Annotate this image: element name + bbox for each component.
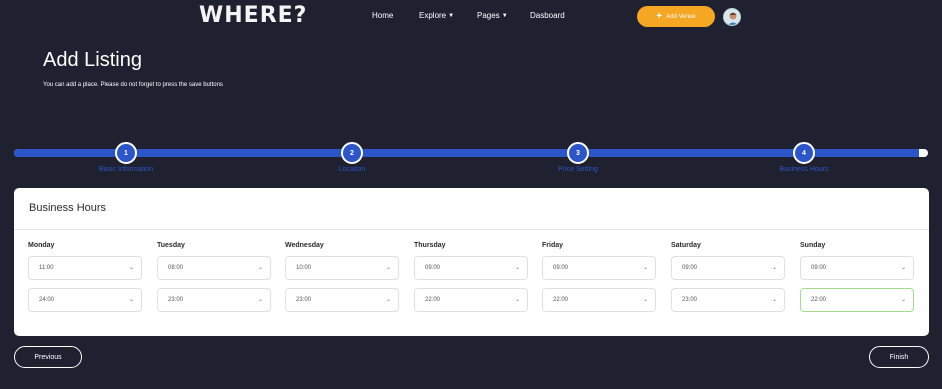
step-4-circle[interactable]: 4 bbox=[793, 142, 815, 164]
select-value: 10:00 bbox=[296, 265, 312, 271]
add-listing-page: WHERE? Home Explore ▼ Pages ▼ Dasboard +… bbox=[0, 0, 942, 389]
day-label: Tuesday bbox=[157, 242, 185, 249]
select-value: 23:00 bbox=[296, 297, 312, 303]
select-value: 09:00 bbox=[553, 265, 569, 271]
day-column-wednesday: Wednesday 10:00 ⌄ 23:00 ⌄ bbox=[285, 242, 399, 320]
closing-time-select[interactable]: 23:00 ⌄ bbox=[285, 288, 399, 312]
chevron-down-icon: ⌄ bbox=[514, 265, 520, 271]
day-label: Monday bbox=[28, 242, 55, 249]
avatar-icon bbox=[728, 12, 738, 25]
card-title: Business Hours bbox=[29, 202, 107, 214]
add-venue-label: Add Venue bbox=[666, 13, 696, 20]
select-value: 09:00 bbox=[682, 265, 698, 271]
closing-time-select[interactable]: 22:00 ⌄ bbox=[414, 288, 528, 312]
chevron-down-icon: ⌄ bbox=[128, 265, 134, 271]
closing-time-select[interactable]: 24:00 ⌄ bbox=[28, 288, 142, 312]
opening-time-select[interactable]: 09:00 ⌄ bbox=[671, 256, 785, 280]
chevron-down-icon: ⌄ bbox=[128, 297, 134, 303]
step-1-label[interactable]: Basic Information bbox=[99, 166, 153, 173]
step-number: 3 bbox=[576, 149, 580, 157]
closing-time-select[interactable]: 22:00 ⌄ bbox=[542, 288, 656, 312]
chevron-down-icon: ⌄ bbox=[642, 265, 648, 271]
step-2-label[interactable]: Location bbox=[339, 166, 365, 173]
page-subtitle: You can add a place. Please do not forge… bbox=[43, 82, 223, 88]
step-number: 1 bbox=[124, 149, 128, 157]
business-hours-card: Business Hours Monday 11:00 ⌄ 24:00 ⌄ Tu… bbox=[14, 188, 929, 336]
day-column-friday: Friday 09:00 ⌄ 22:00 ⌄ bbox=[542, 242, 656, 320]
opening-time-select[interactable]: 09:00 ⌄ bbox=[414, 256, 528, 280]
day-label: Wednesday bbox=[285, 242, 324, 249]
nav-item-explore[interactable]: Explore ▼ bbox=[419, 11, 454, 20]
select-value: 11:00 bbox=[39, 265, 54, 271]
step-1-circle[interactable]: 1 bbox=[115, 142, 137, 164]
day-column-saturday: Saturday 09:00 ⌄ 23:00 ⌄ bbox=[671, 242, 785, 320]
step-4-label[interactable]: Business Hours bbox=[779, 166, 828, 173]
nav-item-home[interactable]: Home bbox=[372, 11, 393, 20]
day-label: Thursday bbox=[414, 242, 446, 249]
day-label: Friday bbox=[542, 242, 564, 249]
chevron-down-icon: ⌄ bbox=[771, 297, 777, 303]
nav-item-label: Dasboard bbox=[530, 11, 565, 20]
opening-time-select[interactable]: 09:00 ⌄ bbox=[542, 256, 656, 280]
step-2-circle[interactable]: 2 bbox=[341, 142, 363, 164]
site-logo[interactable]: WHERE? bbox=[199, 3, 307, 28]
card-divider bbox=[14, 229, 929, 230]
opening-time-select[interactable]: 10:00 ⌄ bbox=[285, 256, 399, 280]
select-value: 08:00 bbox=[168, 265, 184, 271]
chevron-down-icon: ⌄ bbox=[385, 297, 391, 303]
chevron-down-icon: ⌄ bbox=[900, 297, 906, 303]
chevron-down-icon: ⌄ bbox=[900, 265, 906, 271]
select-value: 22:00 bbox=[553, 297, 569, 303]
nav-item-pages[interactable]: Pages ▼ bbox=[477, 11, 508, 20]
day-column-tuesday: Tuesday 08:00 ⌄ 23:00 ⌄ bbox=[157, 242, 271, 320]
chevron-down-icon: ⌄ bbox=[771, 265, 777, 271]
step-number: 4 bbox=[802, 149, 806, 157]
nav-item-label: Explore bbox=[419, 11, 447, 20]
previous-label: Previous bbox=[34, 353, 62, 361]
nav-item-label: Pages bbox=[477, 11, 500, 20]
select-value: 09:00 bbox=[811, 265, 827, 271]
previous-button[interactable]: Previous bbox=[14, 346, 82, 368]
select-value: 24:00 bbox=[39, 297, 55, 303]
caret-down-icon: ▼ bbox=[501, 12, 508, 19]
user-avatar[interactable] bbox=[723, 8, 741, 26]
chevron-down-icon: ⌄ bbox=[257, 297, 263, 303]
progress-bar bbox=[14, 149, 928, 157]
add-venue-button[interactable]: + Add Venue bbox=[637, 6, 715, 27]
opening-time-select[interactable]: 08:00 ⌄ bbox=[157, 256, 271, 280]
page-title: Add Listing bbox=[43, 49, 142, 71]
day-column-monday: Monday 11:00 ⌄ 24:00 ⌄ bbox=[28, 242, 142, 320]
day-column-thursday: Thursday 09:00 ⌄ 22:00 ⌄ bbox=[414, 242, 528, 320]
step-3-label[interactable]: Price Setting bbox=[558, 166, 598, 173]
opening-time-select[interactable]: 11:00 ⌄ bbox=[28, 256, 142, 280]
chevron-down-icon: ⌄ bbox=[642, 297, 648, 303]
opening-time-select[interactable]: 09:00 ⌄ bbox=[800, 256, 914, 280]
closing-time-select[interactable]: 22:00 ⌄ bbox=[800, 288, 914, 312]
select-value: 09:00 bbox=[425, 265, 441, 271]
plus-icon: + bbox=[656, 10, 663, 22]
day-column-sunday: Sunday 09:00 ⌄ 22:00 ⌄ bbox=[800, 242, 914, 320]
chevron-down-icon: ⌄ bbox=[385, 265, 391, 271]
closing-time-select[interactable]: 23:00 ⌄ bbox=[671, 288, 785, 312]
chevron-down-icon: ⌄ bbox=[257, 265, 263, 271]
select-value: 22:00 bbox=[425, 297, 441, 303]
step-3-circle[interactable]: 3 bbox=[567, 142, 589, 164]
nav-item-dashboard[interactable]: Dasboard bbox=[530, 11, 565, 20]
nav-item-label: Home bbox=[372, 11, 394, 20]
select-value: 23:00 bbox=[168, 297, 184, 303]
caret-down-icon: ▼ bbox=[448, 12, 455, 19]
select-value: 23:00 bbox=[682, 297, 698, 303]
day-label: Sunday bbox=[800, 242, 826, 249]
closing-time-select[interactable]: 23:00 ⌄ bbox=[157, 288, 271, 312]
step-number: 2 bbox=[350, 149, 354, 157]
finish-label: Finish bbox=[889, 353, 909, 361]
select-value: 22:00 bbox=[811, 297, 827, 303]
progress-fill bbox=[14, 149, 919, 157]
day-label: Saturday bbox=[671, 242, 701, 249]
chevron-down-icon: ⌄ bbox=[514, 297, 520, 303]
finish-button[interactable]: Finish bbox=[869, 346, 929, 368]
